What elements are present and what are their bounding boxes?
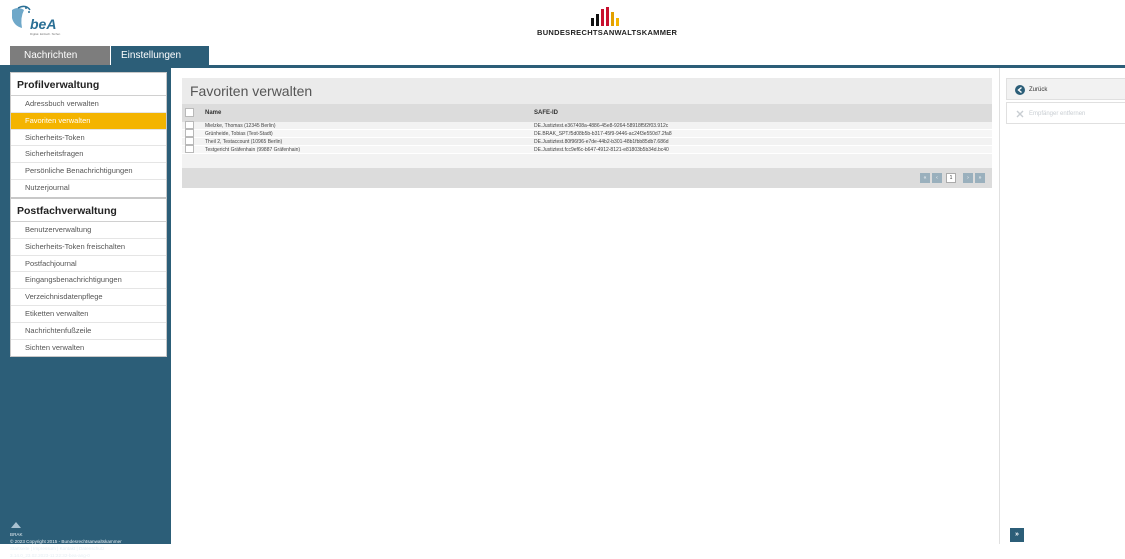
- profil-title: Profilverwaltung: [11, 73, 166, 96]
- sidebar-item-sicherheitsfragen[interactable]: Sicherheitsfragen: [11, 146, 166, 164]
- row-checkbox[interactable]: [185, 121, 194, 129]
- tab-nachrichten[interactable]: Nachrichten: [10, 46, 110, 65]
- column-header-safe-id[interactable]: SAFE-ID: [534, 110, 558, 116]
- sidebar-item-nutzerjournal[interactable]: Nutzerjournal: [11, 180, 166, 197]
- row-safe-id: DE.Justiztest.e367408a-4886-45e8-9264-58…: [534, 123, 669, 129]
- sidebar-item-sichten[interactable]: Sichten verwalten: [11, 340, 166, 357]
- row-name: Grünheide, Tobias (Test-Stadt): [205, 131, 273, 137]
- expand-panel-button[interactable]: »: [1010, 528, 1024, 542]
- current-page[interactable]: 1: [946, 173, 956, 183]
- sidebar-item-benutzerverwaltung[interactable]: Benutzerverwaltung: [11, 222, 166, 239]
- next-page-button[interactable]: ›: [963, 173, 973, 183]
- footer-version: 3.14.0_23.02.2023-11:22:32-bea-ang-0: [10, 553, 90, 558]
- favoriten-table: Name SAFE-ID Mielzke, Thomas (12345 Berl…: [182, 104, 992, 154]
- org-name: BUNDESRECHTSANWALTSKAMMER: [537, 28, 678, 37]
- first-page-button[interactable]: «: [920, 173, 930, 183]
- profil-panel: Profilverwaltung Adressbuch verwalten Fa…: [10, 72, 167, 198]
- footer-brak: BRAK: [10, 532, 23, 537]
- sidebar-item-sicherheits-token[interactable]: Sicherheits-Token: [11, 130, 166, 147]
- row-name: Mielzke, Thomas (12345 Berlin): [205, 123, 276, 129]
- sidebar-item-favoriten[interactable]: Favoriten verwalten: [11, 112, 166, 130]
- back-button[interactable]: Zurück: [1006, 78, 1125, 100]
- pagination: « ‹ 1 › »: [182, 168, 992, 188]
- table-row[interactable]: Testgericht Gräfenhain (99887 Gräfenhain…: [182, 145, 992, 154]
- header: beA Digital. Einfach. Sicher. BUNDESRECH…: [0, 0, 1125, 46]
- arrow-left-circle-icon: [1015, 85, 1025, 95]
- brak-small-logo-icon: [11, 522, 21, 528]
- brak-logo: BUNDESRECHTSANWALTSKAMMER: [537, 6, 677, 40]
- sidebar-item-etiketten[interactable]: Etiketten verwalten: [11, 306, 166, 323]
- postfach-panel: Postfachverwaltung Benutzerverwaltung Si…: [10, 198, 167, 358]
- footer-links[interactable]: Startseite | Impressum | Kontakt | Daten…: [10, 545, 170, 552]
- postfach-title: Postfachverwaltung: [11, 199, 166, 222]
- table-header: Name SAFE-ID: [182, 104, 992, 122]
- table-row[interactable]: Grünheide, Tobias (Test-Stadt) DE.BRAK_S…: [182, 129, 992, 138]
- row-checkbox[interactable]: [185, 129, 194, 137]
- prev-page-button[interactable]: ‹: [932, 173, 942, 183]
- sidebar-item-adressbuch[interactable]: Adressbuch verwalten: [11, 96, 166, 113]
- sidebar-item-verzeichnisdatenpflege[interactable]: Verzeichnisdatenpflege: [11, 289, 166, 306]
- select-all-checkbox[interactable]: [185, 108, 194, 117]
- tab-einstellungen[interactable]: Einstellungen: [111, 46, 209, 65]
- remove-recipient-button[interactable]: Empfänger entfernen: [1006, 102, 1125, 124]
- row-safe-id: DE.Justiztest.fcc9ef6c-b647-4912-8121-e8…: [534, 147, 669, 153]
- brak-bars-icon: [591, 7, 619, 26]
- sidebar-item-token-freischalten[interactable]: Sicherheits-Token freischalten: [11, 239, 166, 256]
- column-header-name[interactable]: Name: [205, 110, 221, 116]
- table-row[interactable]: Mielzke, Thomas (12345 Berlin) DE.Justiz…: [182, 121, 992, 130]
- row-name: Theil 2, Testaccount (10965 Berlin): [205, 139, 283, 145]
- sidebar-item-benachrichtigungen[interactable]: Persönliche Benachrichtigungen: [11, 163, 166, 180]
- sidebar-item-postfachjournal[interactable]: Postfachjournal: [11, 256, 166, 273]
- row-safe-id: DE.Justiztest.80f96f36-e7de-44b2-b301-48…: [534, 139, 669, 145]
- sidebar-item-eingangsbenachrichtigungen[interactable]: Eingangsbenachrichtigungen: [11, 272, 166, 290]
- close-icon: [1016, 110, 1024, 118]
- favoriten-panel: Favoriten verwalten Name SAFE-ID Mielzke…: [182, 78, 992, 188]
- bea-logo[interactable]: beA Digital. Einfach. Sicher.: [8, 4, 68, 40]
- row-checkbox[interactable]: [185, 137, 194, 145]
- page-title: Favoriten verwalten: [182, 78, 992, 104]
- last-page-button[interactable]: »: [975, 173, 985, 183]
- action-panel: Zurück Empfänger entfernen »: [999, 68, 1125, 544]
- back-button-label: Zurück: [1029, 87, 1048, 93]
- row-checkbox[interactable]: [185, 145, 194, 153]
- sidebar: Profilverwaltung Adressbuch verwalten Fa…: [0, 68, 171, 558]
- sidebar-item-fusszeile[interactable]: Nachrichtenfußzeile: [11, 323, 166, 340]
- logo-subtitle: Digital. Einfach. Sicher.: [30, 32, 61, 36]
- remove-recipient-label: Empfänger entfernen: [1029, 111, 1086, 117]
- logo-text: beA: [30, 16, 57, 32]
- sidebar-footer: BRAK © 2023 Copyright 2015 - Bundesrecht…: [10, 521, 170, 559]
- row-name: Testgericht Gräfenhain (99887 Gräfenhain…: [205, 147, 301, 153]
- table-row[interactable]: Theil 2, Testaccount (10965 Berlin) DE.J…: [182, 137, 992, 146]
- main-tabs: Nachrichten Einstellungen: [0, 46, 1125, 68]
- row-safe-id: DE.BRAK_SPT.f5d08b5b-b317-45f9-9446-ac24…: [534, 131, 672, 137]
